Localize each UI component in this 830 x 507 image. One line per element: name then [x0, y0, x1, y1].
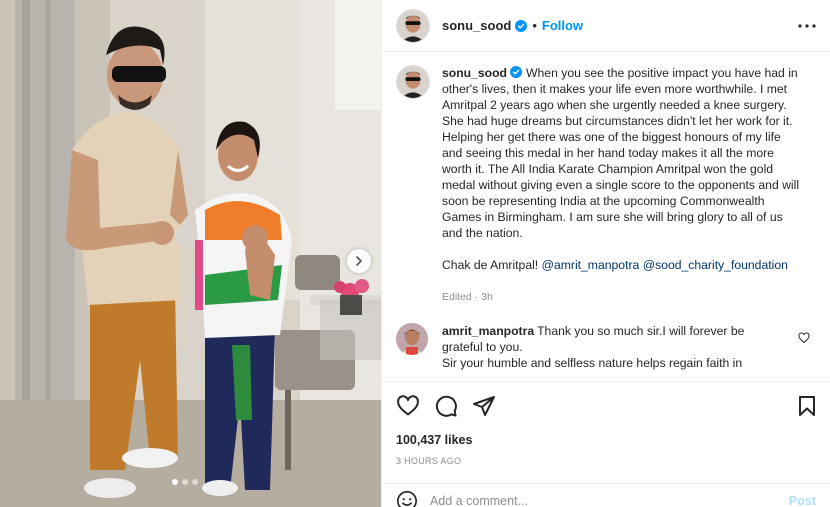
- comment-text-continued: Sir your humble and selfless nature help…: [442, 356, 743, 370]
- comment-input[interactable]: [430, 493, 789, 507]
- comments-section[interactable]: sonu_sood When you see the positive impac…: [382, 53, 830, 371]
- heart-icon: [397, 395, 419, 416]
- caption: sonu_sood When you see the positive impac…: [396, 65, 814, 305]
- post-details-panel: sonu_sood • Follow sonu_sood When you se…: [381, 0, 830, 507]
- post-header: sonu_sood • Follow: [382, 0, 830, 52]
- like-count[interactable]: 100,437 likes: [396, 433, 818, 447]
- carousel-indicator: [172, 479, 198, 485]
- carousel-dot: [172, 479, 178, 485]
- verified-badge-icon: [515, 19, 528, 32]
- mention-link[interactable]: @amrit_manpotra: [542, 258, 640, 272]
- bookmark-icon: [799, 396, 815, 416]
- caption-hashline: Chak de Amritpal! @amrit_manpotra @sood_…: [442, 257, 802, 273]
- post-media[interactable]: [0, 0, 381, 507]
- heart-icon: [798, 332, 810, 344]
- commenter-avatar[interactable]: [396, 323, 428, 355]
- commenter-username[interactable]: amrit_manpotra: [442, 324, 534, 338]
- carousel-next-button[interactable]: [347, 249, 371, 273]
- comment-item: amrit_manpotra Thank you so much sir.I wi…: [396, 323, 814, 371]
- share-icon: [473, 396, 495, 416]
- author-avatar[interactable]: [396, 8, 430, 43]
- more-horizontal-icon: [798, 23, 816, 28]
- like-comment-button[interactable]: [798, 331, 810, 349]
- add-comment-bar: Post: [382, 483, 830, 507]
- emoji-icon: [397, 490, 417, 507]
- more-options-button[interactable]: [796, 15, 818, 37]
- follow-button[interactable]: Follow: [542, 18, 583, 33]
- post-timestamp[interactable]: 3 HOURS AGO: [396, 456, 818, 466]
- carousel-dot: [192, 479, 198, 485]
- save-button[interactable]: [796, 394, 818, 418]
- post-modal: sonu_sood • Follow sonu_sood When you se…: [0, 0, 830, 507]
- caption-author-avatar[interactable]: [396, 65, 430, 99]
- mention-link[interactable]: @sood_charity_foundation: [643, 258, 788, 272]
- post-photo: [0, 0, 381, 507]
- share-button[interactable]: [472, 394, 496, 418]
- caption-line-prefix: Chak de Amritpal!: [442, 258, 542, 272]
- caption-username[interactable]: sonu_sood: [442, 66, 507, 80]
- verified-badge-icon: [510, 66, 523, 78]
- comment-icon: [435, 395, 457, 417]
- carousel-dot: [182, 479, 188, 485]
- emoji-button[interactable]: [396, 490, 418, 507]
- post-actions: 100,437 likes 3 HOURS AGO: [382, 381, 830, 466]
- like-button[interactable]: [396, 394, 420, 418]
- caption-text: When you see the positive impact you hav…: [442, 66, 800, 240]
- comment-button[interactable]: [434, 394, 458, 418]
- author-username[interactable]: sonu_sood: [442, 18, 511, 33]
- chevron-right-icon: [356, 256, 362, 266]
- post-comment-button[interactable]: Post: [789, 494, 816, 507]
- separator-dot: •: [532, 18, 537, 33]
- edited-timestamp: Edited · 3h: [442, 291, 493, 303]
